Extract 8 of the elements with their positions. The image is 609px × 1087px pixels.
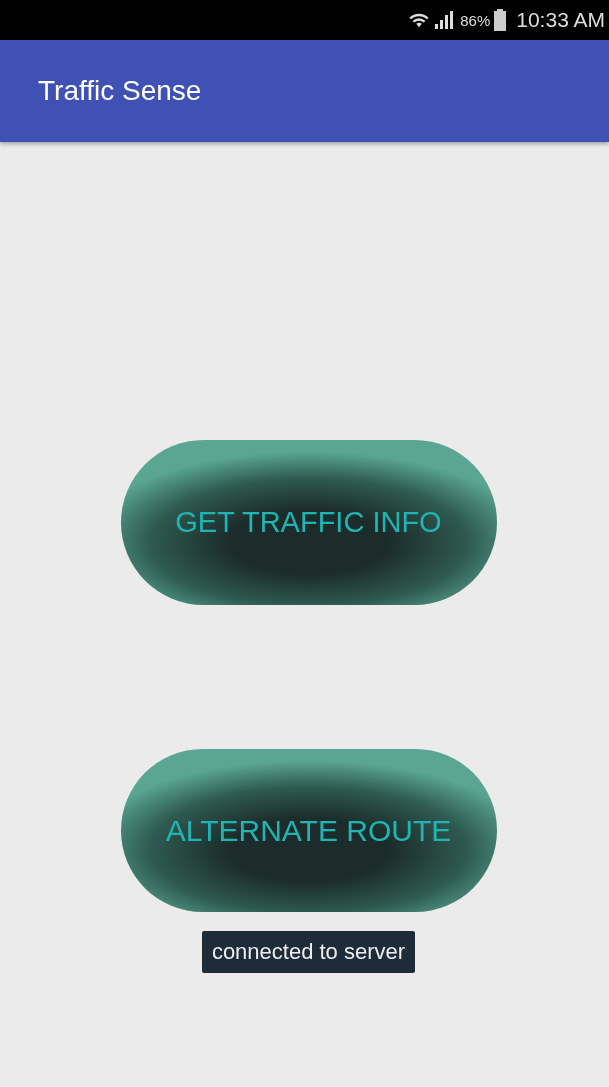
app-title: Traffic Sense [38, 75, 202, 107]
action-button[interactable]: ALTERNATE ROUTE [120, 749, 497, 912]
toast-message: connected to server [201, 931, 416, 973]
clock-time: 10:33 AM [516, 8, 605, 32]
action-button[interactable]: GET TRAFFIC INFO [120, 440, 497, 605]
battery-percent: 86% [460, 11, 491, 29]
battery-icon [494, 9, 507, 31]
signal-icon [434, 10, 455, 30]
